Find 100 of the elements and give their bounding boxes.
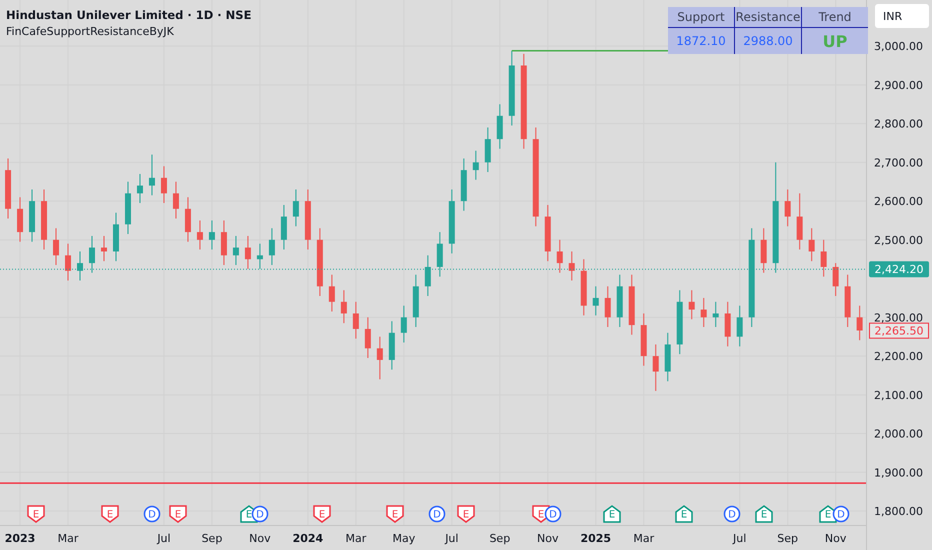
price-candle bbox=[736, 305, 743, 347]
price-candle bbox=[808, 228, 815, 262]
earnings-marker[interactable]: E bbox=[313, 505, 331, 523]
currency-button[interactable]: INR bbox=[875, 4, 929, 28]
time-axis-label: Mar bbox=[58, 532, 78, 545]
price-candle bbox=[796, 192, 803, 250]
time-axis-label: Mar bbox=[346, 532, 366, 545]
price-candle bbox=[5, 158, 12, 220]
price-axis-label: 2,300.00 bbox=[874, 311, 923, 324]
price-candle bbox=[101, 235, 107, 262]
price-candle bbox=[41, 188, 48, 250]
price-candle bbox=[388, 320, 395, 370]
price-candle bbox=[328, 274, 335, 312]
dividend-marker[interactable]: D bbox=[544, 506, 562, 522]
price-candle bbox=[160, 166, 167, 204]
price-candle bbox=[352, 301, 359, 340]
price-candle bbox=[544, 204, 551, 262]
price-candle bbox=[340, 290, 347, 324]
price-axis-label: 2,700.00 bbox=[874, 156, 923, 170]
price-candle bbox=[268, 228, 275, 266]
dividend-marker[interactable]: D bbox=[428, 506, 446, 522]
time-axis-label: Nov bbox=[249, 532, 271, 545]
price-candle bbox=[616, 274, 623, 328]
price-candle bbox=[65, 243, 71, 282]
dividend-marker[interactable]: D bbox=[832, 506, 850, 522]
dividend-marker[interactable]: D bbox=[144, 506, 160, 522]
price-candle bbox=[232, 235, 239, 266]
price-candle bbox=[244, 235, 251, 270]
price-candle bbox=[856, 305, 863, 341]
price-axis-label: 3,000.00 bbox=[874, 40, 923, 54]
price-candle bbox=[700, 297, 707, 328]
earnings-marker[interactable]: E bbox=[101, 505, 119, 523]
close-price-badge: 2,265.50 bbox=[869, 322, 929, 339]
price-candle bbox=[436, 232, 443, 278]
price-candle bbox=[688, 290, 695, 320]
time-axis-label: Jul bbox=[733, 532, 746, 545]
table-header: Trend bbox=[802, 7, 868, 28]
table-header: Resistance bbox=[734, 7, 802, 28]
earnings-marker[interactable]: E bbox=[27, 505, 45, 523]
price-candle bbox=[29, 188, 36, 242]
price-axis-label: 1,900.00 bbox=[874, 466, 923, 480]
earnings-marker[interactable]: E bbox=[386, 505, 404, 523]
price-candle bbox=[412, 274, 419, 328]
time-axis-label: Nov bbox=[824, 532, 846, 545]
time-axis-label: Mar bbox=[633, 532, 654, 545]
price-candle bbox=[652, 344, 659, 392]
price-candle bbox=[376, 336, 383, 380]
price-candle bbox=[724, 301, 731, 347]
price-candle bbox=[712, 301, 719, 328]
price-candle bbox=[784, 188, 791, 227]
price-candle bbox=[184, 196, 191, 242]
indicator-name: FinCafeSupportResistanceByJK bbox=[6, 25, 175, 38]
time-axis-label: Sep bbox=[777, 532, 798, 545]
price-axis-label: 2,100.00 bbox=[874, 388, 923, 402]
price-axis-label: 2,900.00 bbox=[874, 78, 923, 92]
price-candle bbox=[256, 243, 263, 270]
price-candle bbox=[208, 220, 215, 250]
price-axis-label: 2,500.00 bbox=[874, 234, 923, 247]
earnings-marker[interactable]: E bbox=[457, 505, 475, 523]
earnings-marker[interactable]: E bbox=[169, 505, 187, 523]
price-candle bbox=[580, 258, 587, 316]
price-candle bbox=[760, 228, 767, 274]
price-candle bbox=[172, 181, 179, 220]
price-candle bbox=[280, 204, 287, 250]
earnings-marker[interactable]: E bbox=[675, 505, 693, 523]
price-axis-label: 2,000.00 bbox=[874, 428, 923, 441]
price-candle bbox=[364, 316, 371, 358]
price-candle bbox=[472, 150, 479, 180]
time-axis-label: Sep bbox=[202, 532, 222, 545]
earnings-marker[interactable]: E bbox=[603, 505, 621, 523]
price-axis-label: 2,600.00 bbox=[874, 195, 923, 208]
price-candle bbox=[316, 228, 323, 297]
price-candle bbox=[220, 220, 227, 266]
time-axis-label: Jul bbox=[157, 532, 171, 545]
price-candle bbox=[196, 220, 203, 250]
time-axis-label: Sep bbox=[489, 532, 510, 545]
price-candle bbox=[664, 332, 671, 382]
price-axis-label: 2,200.00 bbox=[874, 350, 923, 364]
time-axis-label: May bbox=[392, 532, 416, 545]
last-price-badge: 2,424.20 bbox=[869, 261, 929, 278]
price-candle bbox=[304, 188, 311, 250]
price-candle bbox=[568, 250, 575, 282]
price-candle bbox=[460, 158, 467, 212]
earnings-marker[interactable]: E bbox=[755, 505, 773, 523]
time-axis-label: Nov bbox=[537, 532, 559, 545]
time-axis-label: Jul bbox=[445, 532, 458, 545]
price-candle bbox=[844, 274, 851, 328]
price-candle bbox=[832, 262, 839, 297]
price-candle bbox=[820, 239, 827, 278]
price-candle bbox=[77, 250, 83, 282]
dividend-marker[interactable]: D bbox=[724, 506, 740, 522]
price-axis-label: 1,800.00 bbox=[874, 505, 923, 518]
price-candle bbox=[496, 104, 503, 150]
price-candle bbox=[448, 188, 455, 254]
time-axis-label: 2025 bbox=[580, 532, 612, 545]
price-candle bbox=[136, 173, 143, 204]
dividend-marker[interactable]: D bbox=[252, 506, 268, 522]
price-candle bbox=[17, 196, 24, 242]
price-candle bbox=[676, 290, 683, 355]
price-axis-label: 2,800.00 bbox=[874, 118, 923, 131]
